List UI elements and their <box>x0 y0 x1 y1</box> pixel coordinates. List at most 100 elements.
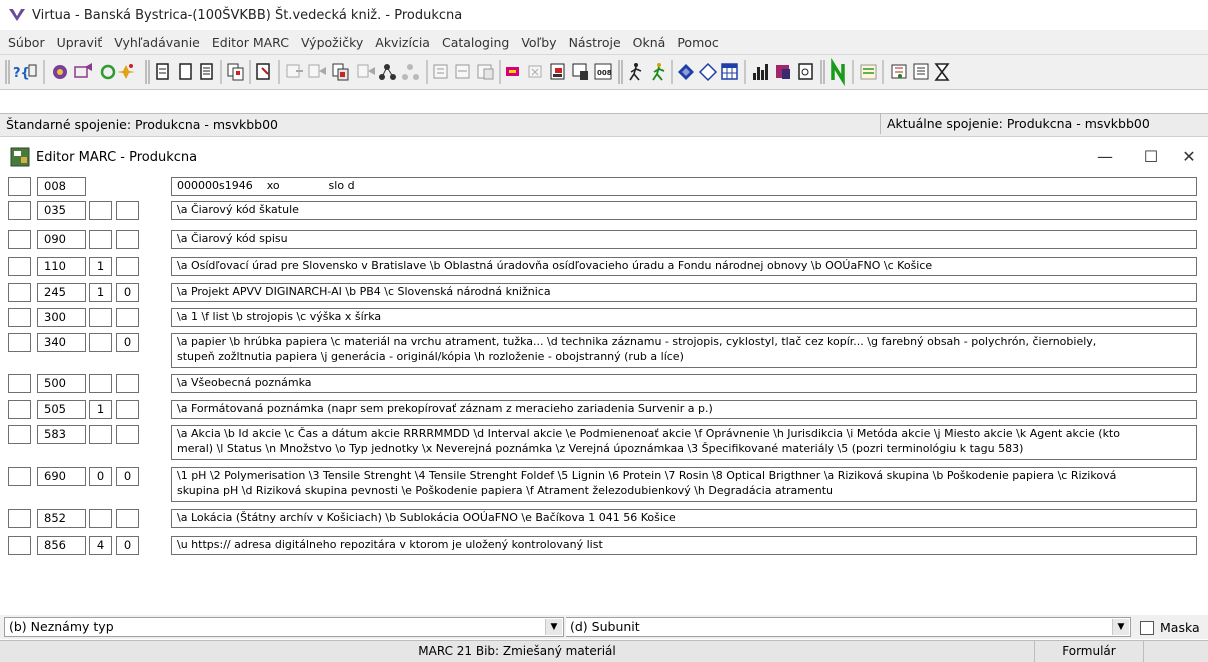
row-select-box[interactable] <box>8 257 31 276</box>
row-select-box[interactable] <box>8 283 31 302</box>
tag-field[interactable]: 300 <box>37 308 86 327</box>
tag-field[interactable]: 856 <box>37 536 86 555</box>
authority-icon[interactable] <box>433 64 448 79</box>
tag-field[interactable]: 852 <box>37 509 86 528</box>
menu-vypozicky[interactable]: Výpožičky <box>295 35 369 50</box>
tag-field[interactable]: 340 <box>37 333 86 352</box>
holdings-icon[interactable] <box>528 65 542 78</box>
tag-field[interactable]: 505 <box>37 400 86 419</box>
menu-subor[interactable]: Súbor <box>0 35 51 50</box>
outline-diamond-icon[interactable] <box>698 62 718 82</box>
field-data[interactable]: \a Čiarový kód spisu <box>171 230 1197 249</box>
document-list-icon[interactable] <box>200 63 213 80</box>
row-select-box[interactable] <box>8 201 31 220</box>
row-select-box[interactable] <box>8 467 31 486</box>
row-select-box[interactable] <box>8 536 31 555</box>
form-icon[interactable] <box>913 63 929 80</box>
indicator2-field[interactable] <box>116 425 139 444</box>
indicator2-field[interactable] <box>116 509 139 528</box>
tag-field[interactable]: 008 <box>37 177 86 196</box>
menu-vyhladavanie[interactable]: Vyhľadávanie <box>108 35 206 50</box>
chevron-down-icon[interactable]: ▼ <box>545 619 562 635</box>
highlight-icon[interactable] <box>506 67 519 76</box>
menu-upravit[interactable]: Upraviť <box>51 35 109 50</box>
globe-icon[interactable] <box>53 65 67 79</box>
indicator2-field[interactable] <box>116 201 139 220</box>
bar-chart-icon[interactable] <box>753 64 768 80</box>
refresh-icon[interactable] <box>100 64 116 80</box>
field-data[interactable]: \a papier \b hrúbka papiera \c materiál … <box>171 333 1197 368</box>
field-data[interactable]: 000000s1946 xo slo d <box>171 177 1197 196</box>
merge-record-icon[interactable] <box>332 63 349 81</box>
indicator1-field[interactable] <box>89 201 112 220</box>
mask-toggle[interactable]: Maska <box>1140 620 1200 635</box>
field-data[interactable]: \a Projekt APVV DIGINARCH-AI \b PB4 \c S… <box>171 283 1197 302</box>
indicator2-field[interactable] <box>116 257 139 276</box>
mask-checkbox[interactable] <box>1140 620 1154 635</box>
blue-diamond-icon[interactable] <box>678 64 694 80</box>
copy-records-icon[interactable] <box>227 63 244 81</box>
document-icon[interactable] <box>156 63 169 80</box>
new-document-icon[interactable] <box>179 63 192 80</box>
indicator2-field[interactable]: 0 <box>116 536 139 555</box>
indicator1-field[interactable] <box>89 374 112 393</box>
tag-field[interactable]: 245 <box>37 283 86 302</box>
record-type-select[interactable]: (b) Neznámy typ ▼ <box>4 617 564 637</box>
indicator2-field[interactable]: 0 <box>116 283 139 302</box>
indicator2-field[interactable]: 0 <box>116 467 139 486</box>
context-help-icon[interactable]: ?{ <box>13 64 37 81</box>
indicator1-field[interactable]: 1 <box>89 257 112 276</box>
disabled-tree-icon[interactable] <box>402 64 419 80</box>
notes-icon[interactable] <box>860 64 877 80</box>
field-data[interactable]: \1 pH \2 Polymerisation \3 Tensile Stren… <box>171 467 1197 502</box>
chevron-down-icon[interactable]: ▼ <box>1112 619 1129 635</box>
worksheet-icon[interactable] <box>891 64 907 79</box>
field-data[interactable]: \a Čiarový kód škatule <box>171 201 1197 220</box>
field-data[interactable]: \a Akcia \b Id akcie \c Čas a dátum akci… <box>171 425 1197 460</box>
row-select-box[interactable] <box>8 425 31 444</box>
indicator1-field[interactable] <box>89 425 112 444</box>
menu-nastroje[interactable]: Nástroje <box>563 35 627 50</box>
indicator2-field[interactable] <box>116 230 139 249</box>
authority-link-icon[interactable] <box>455 64 470 79</box>
tag-field[interactable]: 110 <box>37 257 86 276</box>
row-select-box[interactable] <box>8 509 31 528</box>
import-record-icon[interactable] <box>286 64 303 78</box>
indicator1-field[interactable] <box>89 509 112 528</box>
indicator1-field[interactable] <box>89 230 112 249</box>
row-select-box[interactable] <box>8 308 31 327</box>
document-check-icon[interactable] <box>798 63 813 80</box>
connect-arrow-icon[interactable] <box>74 63 92 78</box>
indicator1-field[interactable]: 4 <box>89 536 112 555</box>
maximize-button[interactable]: ☐ <box>1140 146 1162 168</box>
tag-field[interactable]: 500 <box>37 374 86 393</box>
field-data[interactable]: \a Osídľovací úrad pre Slovensko v Brati… <box>171 257 1197 276</box>
calendar-grid-icon[interactable] <box>721 63 738 80</box>
field-data[interactable]: \a Lokácia (Štátny archív v Košiciach) \… <box>171 509 1197 528</box>
indicator1-field[interactable]: 0 <box>89 467 112 486</box>
subunit-select[interactable]: (d) Subunit ▼ <box>566 617 1131 637</box>
row-select-box[interactable] <box>8 177 31 196</box>
row-select-box[interactable] <box>8 230 31 249</box>
authority-copy-icon[interactable] <box>477 64 494 80</box>
field-data[interactable]: \a Formátovaná poznámka (napr sem prekop… <box>171 400 1197 419</box>
tag-field[interactable]: 690 <box>37 467 86 486</box>
indicator2-field[interactable] <box>116 374 139 393</box>
tag-field[interactable]: 583 <box>37 425 86 444</box>
row-select-box[interactable] <box>8 400 31 419</box>
menu-volby[interactable]: Voľby <box>515 35 562 50</box>
indicator2-field[interactable]: 0 <box>116 333 139 352</box>
sparkle-icon[interactable] <box>117 64 135 79</box>
field-data[interactable]: \u https:// adresa digitálneho repozitár… <box>171 536 1197 555</box>
row-select-box[interactable] <box>8 374 31 393</box>
field-data[interactable]: \a 1 \f list \b strojopis \c výška x šír… <box>171 308 1197 327</box>
tag-field[interactable]: 035 <box>37 201 86 220</box>
menu-cataloging[interactable]: Cataloging <box>436 35 515 50</box>
running-person-icon[interactable] <box>652 63 665 81</box>
row-select-box[interactable] <box>8 333 31 352</box>
menu-akvizicia[interactable]: Akvizícia <box>369 35 436 50</box>
field-data[interactable]: \a Všeobecná poznámka <box>171 374 1197 393</box>
edit-document-icon[interactable] <box>256 63 270 80</box>
indicator2-field[interactable] <box>116 308 139 327</box>
indicator1-field[interactable]: 1 <box>89 400 112 419</box>
